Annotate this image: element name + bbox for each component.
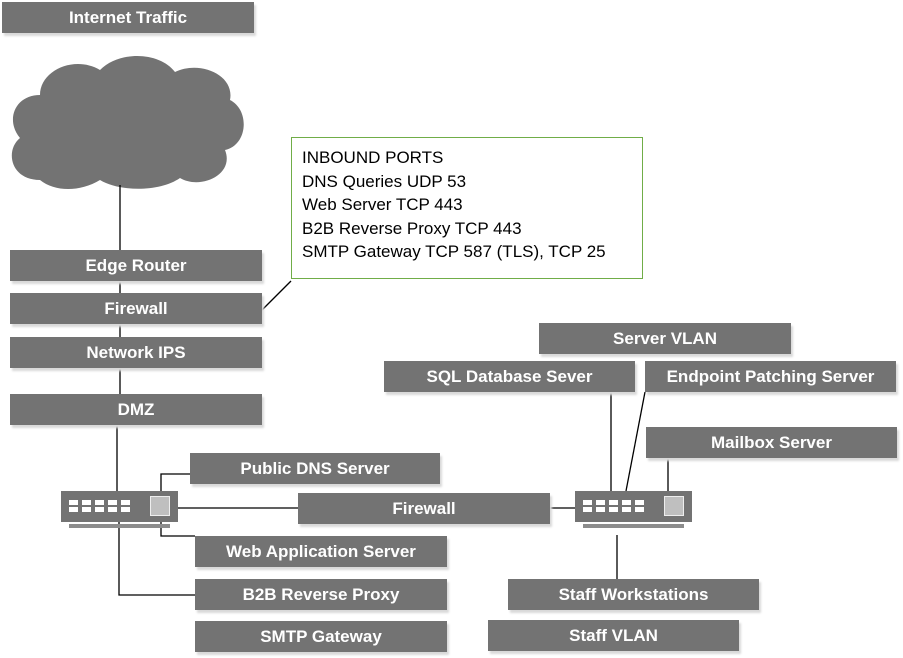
public-dns-server[interactable]: Public DNS Server — [190, 453, 440, 484]
staff-vlan[interactable]: Staff VLAN — [488, 620, 739, 651]
staff-workstations[interactable]: Staff Workstations — [508, 579, 759, 610]
shuffle-icon — [664, 496, 684, 516]
shuffle-icon — [150, 496, 170, 516]
dmz[interactable]: DMZ — [10, 394, 262, 425]
perimeter-firewall[interactable]: Firewall — [10, 293, 262, 324]
endpoint-patching-server[interactable]: Endpoint Patching Server — [645, 361, 896, 392]
internal-switch-icon[interactable] — [575, 491, 692, 528]
smtp-gateway[interactable]: SMTP Gateway — [195, 621, 447, 652]
inbound-ports-callout: INBOUND PORTS DNS Queries UDP 53 Web Ser… — [291, 137, 643, 279]
callout-heading: INBOUND PORTS — [302, 148, 444, 167]
edge-router[interactable]: Edge Router — [10, 250, 262, 281]
internet-traffic-label: Internet Traffic — [2, 2, 254, 33]
dmz-switch-icon[interactable] — [61, 491, 178, 528]
callout-line: B2B Reverse Proxy TCP 443 — [302, 218, 522, 238]
callout-line: DNS Queries UDP 53 — [302, 171, 467, 191]
network-ips[interactable]: Network IPS — [10, 337, 262, 368]
callout-line: Web Server TCP 443 — [302, 195, 463, 214]
b2b-reverse-proxy[interactable]: B2B Reverse Proxy — [195, 579, 447, 610]
callout-line: SMTP Gateway TCP 587 (TLS), TCP 25 — [302, 242, 606, 261]
core-firewall[interactable]: Firewall — [298, 493, 550, 524]
cloud-icon — [11, 55, 244, 190]
mailbox-server[interactable]: Mailbox Server — [646, 427, 897, 458]
server-vlan[interactable]: Server VLAN — [539, 323, 791, 354]
web-application-server[interactable]: Web Application Server — [195, 536, 447, 567]
sql-database-server[interactable]: SQL Database Sever — [384, 361, 635, 392]
